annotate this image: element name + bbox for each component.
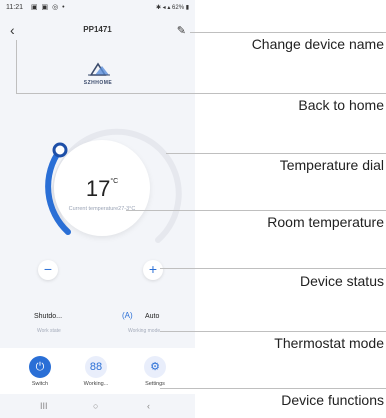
callout-line-room-temp [126,210,386,211]
callout-line-change-name [190,32,386,33]
increase-temperature-button[interactable]: + [143,260,163,280]
callout-device-status: Device status [299,273,384,289]
app-header: ‹ PP1471 ✎ [0,22,195,40]
callout-line-temp-dial [166,153,386,154]
gear-icon: ⚙ [144,356,166,378]
temperature-display: 17°C Current temperature27-3°C [54,140,150,236]
callout-temperature-dial: Temperature dial [279,157,384,173]
decrease-temperature-button[interactable]: − [38,260,58,280]
callout-line-back-home [16,93,386,94]
callout-back-to-home: Back to home [298,97,384,113]
battery-level: ✱ ◂ ▴ 62% ▮ [155,5,189,11]
power-icon: ⏻ [29,356,51,378]
phone-screen: 11:21 ▣ ▣ ◎ • ✱ ◂ ▴ 62% ▮ ‹ PP1471 ✎ SZH… [0,0,195,418]
set-temperature-value: 17 [85,176,111,201]
switch-label: Switch [31,381,49,387]
recents-nav-icon[interactable]: III [40,401,48,411]
notification-icons: ▣ ▣ ◎ • [31,4,66,11]
grid-icon: 88 [85,356,107,378]
callout-line-device-functions [160,388,386,389]
settings-label: Settings [145,381,165,387]
status-bar: 11:21 ▣ ▣ ◎ • ✱ ◂ ▴ 62% ▮ [0,0,195,16]
callout-device-functions: Device functions [281,392,384,408]
callout-thermostat-mode: Thermostat mode [274,335,384,351]
system-nav-bar: III ○ ‹ [0,396,195,418]
brand-name: SZHHOME [83,80,113,86]
work-state-label: Work state [37,328,61,334]
temperature-unit: °C [110,178,119,185]
current-temperature: Current temperature27-3°C [68,206,136,212]
dial-handle[interactable] [52,142,68,158]
house-logo-icon [88,62,110,76]
brand-logo: SZHHOME [78,58,118,88]
set-temperature: 17°C [54,176,150,202]
working-mode-button[interactable]: 88 Working... [76,356,116,387]
status-time: 11:21 [6,4,23,11]
back-nav-icon[interactable]: ‹ [147,401,150,411]
callout-line-thermostat-mode [160,331,386,332]
callout-line-device-status [160,268,386,269]
settings-button[interactable]: ⚙ Settings [135,356,175,387]
working-label: Working... [83,381,109,387]
auto-mode-icon: (A) [122,311,133,320]
switch-button[interactable]: ⏻ Switch [20,356,60,387]
work-state-value: Shutdo... [34,313,63,320]
working-mode-value: Auto [145,313,160,320]
callout-change-device-name: Change device name [251,36,384,52]
working-mode-label: Working mode [128,328,161,334]
callout-room-temperature: Room temperature [267,214,384,230]
callout-vert-back-home [16,40,17,93]
device-title: PP1471 [83,25,112,34]
edit-name-button[interactable]: ✎ [177,24,186,37]
home-nav-icon[interactable]: ○ [93,401,98,411]
